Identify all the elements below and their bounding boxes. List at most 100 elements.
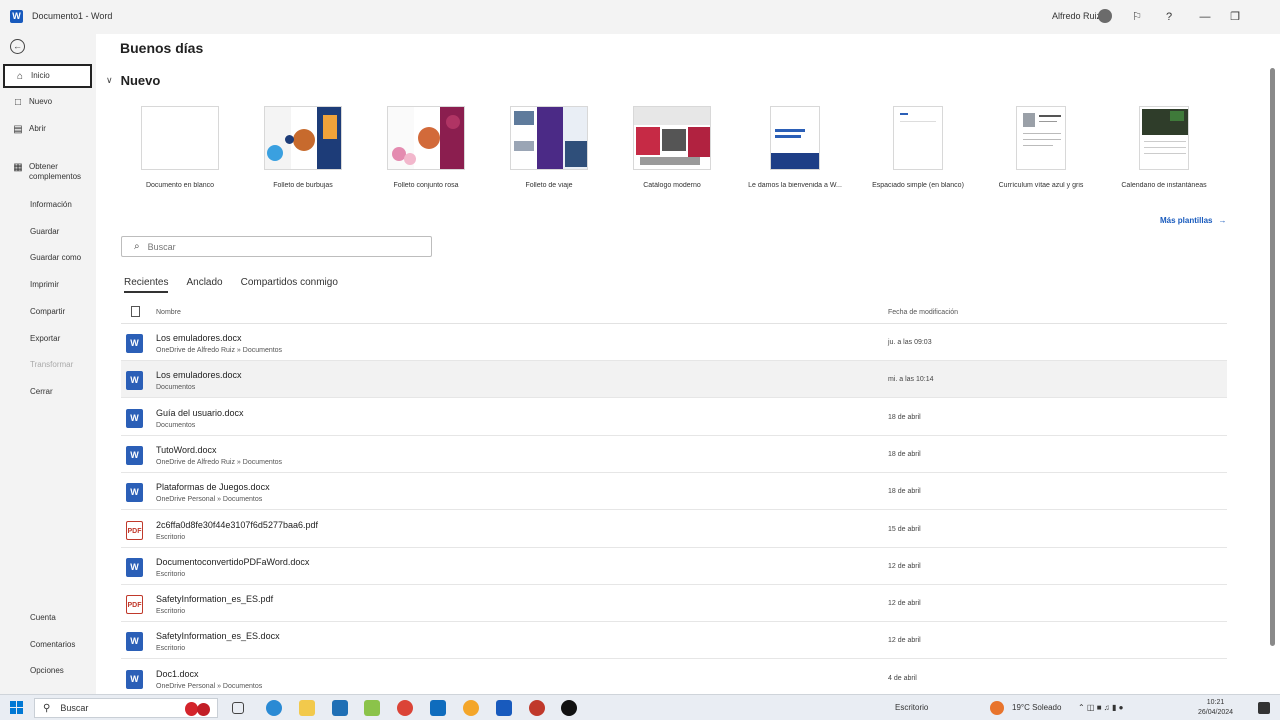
template-thumbnail <box>1139 106 1189 170</box>
file-path: OneDrive Personal » Documentos <box>156 496 263 504</box>
file-modified-date: 12 de abril <box>888 562 921 570</box>
weather-text[interactable]: 19°C Soleado <box>1012 703 1061 712</box>
file-name: DocumentoconvertidoPDFaWord.docx <box>156 556 310 567</box>
word-file-icon: W <box>126 408 143 428</box>
title-bar: W Documento1 - Word Alfredo Ruiz ⚐ ? — ❐ <box>0 0 1280 34</box>
file-path: OneDrive Personal » Documentos <box>156 682 263 690</box>
table-row[interactable]: W TutoWord.docx OneDrive de Alfredo Ruiz »… <box>121 436 1227 473</box>
avatar[interactable] <box>1098 9 1112 23</box>
file-path: Escritorio <box>156 533 186 541</box>
document-icon <box>131 306 140 317</box>
feedback-icon[interactable]: ⚐ <box>1128 8 1146 26</box>
sidebar-item-account[interactable]: Cuenta <box>30 613 56 622</box>
store-icon[interactable] <box>332 700 348 716</box>
column-name-header[interactable]: Nombre <box>156 309 181 316</box>
sidebar-item-close[interactable]: Cerrar <box>30 387 53 396</box>
sidebar-item-home[interactable]: ⌂ Inicio <box>3 64 92 88</box>
sidebar-item-print[interactable]: Imprimir <box>30 280 59 289</box>
desktop-toolbar[interactable]: Escritorio <box>895 703 928 712</box>
scrollbar-thumb[interactable] <box>1270 68 1275 646</box>
firefox-icon[interactable] <box>463 700 479 716</box>
tab-pinned[interactable]: Anclado <box>186 277 222 293</box>
template-single-spaced-blank[interactable]: Espaciado simple (en blanco) <box>858 106 978 189</box>
word-file-icon: W <box>126 632 143 652</box>
table-row[interactable]: W Doc1.docx OneDrive Personal » Documentos… <box>121 660 1227 697</box>
file-list-header: Nombre Fecha de modificación <box>121 304 1227 324</box>
template-travel-brochure[interactable]: Folleto de viaje <box>489 106 609 189</box>
more-templates-link[interactable]: Más plantillas → <box>1160 216 1226 225</box>
obs-icon[interactable] <box>561 700 577 716</box>
word-taskbar-icon[interactable] <box>496 700 512 716</box>
new-document-icon: □ <box>14 96 22 108</box>
file-name: Plataformas de Juegos.docx <box>156 482 270 493</box>
template-bubble-brochure[interactable]: Folleto de burbujas <box>243 106 363 189</box>
table-row[interactable]: W Los emuladores.docx OneDrive de Alfredo … <box>121 324 1227 361</box>
mail-icon[interactable] <box>430 700 446 716</box>
column-date-header[interactable]: Fecha de modificación <box>888 309 958 316</box>
template-modern-catalog[interactable]: Catálogo moderno <box>612 106 732 189</box>
template-pink-brochure[interactable]: Folleto conjunto rosa <box>366 106 486 189</box>
edge-icon[interactable] <box>266 700 282 716</box>
system-tray-icons[interactable]: ⌃ ◫ ■ ♫ ▮ ● <box>1078 703 1123 712</box>
table-row[interactable]: W DocumentoconvertidoPDFaWord.docx Escrito… <box>121 548 1227 585</box>
word-file-icon: W <box>126 669 143 689</box>
sidebar-item-share[interactable]: Compartir <box>30 307 65 316</box>
template-thumbnail <box>770 106 820 170</box>
tab-recent[interactable]: Recientes <box>124 277 169 293</box>
task-view-icon[interactable] <box>232 702 244 714</box>
template-thumbnail <box>633 106 711 170</box>
table-row[interactable]: W Guía del usuario.docx Documentos 18 de ab… <box>121 399 1227 436</box>
account-name[interactable]: Alfredo Ruiz <box>1052 11 1101 21</box>
search-input[interactable] <box>147 241 408 252</box>
sidebar-item-info[interactable]: Información <box>30 200 72 209</box>
help-button[interactable]: ? <box>1160 8 1178 26</box>
weather-icon <box>990 701 1004 715</box>
file-name: Los emuladores.docx <box>156 370 242 381</box>
sidebar-item-save-as[interactable]: Guardar como <box>30 253 81 262</box>
table-row[interactable]: PDF 2c6ffa0d8fe30f44e3107f6d5277baa6.pdf E… <box>121 511 1227 548</box>
notifications-icon[interactable] <box>1258 702 1270 714</box>
table-row[interactable]: W SafetyInformation_es_ES.docx Escritorio 1… <box>121 622 1227 660</box>
restore-button[interactable]: ❐ <box>1226 8 1244 26</box>
table-row[interactable]: W Plataformas de Juegos.docx OneDrive Pers… <box>121 473 1227 511</box>
file-name: Doc1.docx <box>156 668 199 679</box>
sidebar-item-open[interactable]: ▤ Abrir <box>3 117 92 141</box>
minimize-button[interactable]: — <box>1196 8 1214 26</box>
file-modified-date: mi. a las 10:14 <box>888 376 934 384</box>
sidebar-item-options[interactable]: Opciones <box>30 666 64 675</box>
sidebar-item-transform: Transformar <box>30 360 74 369</box>
table-row[interactable]: W Los emuladores.docx Documentos mi. a las … <box>121 361 1227 399</box>
chevron-down-icon[interactable]: ∨ <box>106 75 113 86</box>
template-welcome-to-word[interactable]: Le damos la bienvenida a W... <box>735 106 855 189</box>
table-row[interactable]: PDF SafetyInformation_es_ES.pdf Escritorio… <box>121 585 1227 623</box>
file-path: OneDrive de Alfredo Ruiz » Documentos <box>156 458 283 466</box>
template-snapshot-calendar[interactable]: Calendario de instantáneas <box>1104 106 1224 189</box>
template-thumbnail <box>141 106 219 170</box>
page-title: Buenos días <box>120 40 204 56</box>
template-blank-document[interactable]: Documento en blanco <box>120 106 240 189</box>
file-modified-date: 18 de abril <box>888 488 921 496</box>
sidebar-item-feedback[interactable]: Comentarios <box>30 640 75 649</box>
sidebar-item-save[interactable]: Guardar <box>30 227 59 236</box>
new-section-header[interactable]: ∨ Nuevo <box>106 73 160 88</box>
sidebar-item-new[interactable]: □ Nuevo <box>3 90 92 114</box>
file-explorer-icon[interactable] <box>299 700 315 716</box>
chrome-profile-icon[interactable] <box>529 700 545 716</box>
template-blue-gray-resume[interactable]: Currículum vítae azul y gris <box>981 106 1101 189</box>
windows-start-icon[interactable] <box>10 701 24 715</box>
vertical-scrollbar[interactable] <box>1268 68 1276 646</box>
pdf-file-icon: PDF <box>126 595 143 615</box>
template-thumbnail <box>387 106 465 170</box>
sidebar-item-get-addins[interactable]: ▦ Obtener complementos <box>3 158 92 188</box>
windows-taskbar: ⚲ Buscar Escritorio 19°C Soleado ⌃ ◫ ■ ♫… <box>0 694 1280 720</box>
search-icon: ⌕ <box>134 241 140 252</box>
system-clock[interactable]: 10:21 26/04/2024 <box>1198 698 1233 718</box>
sidebar-item-export[interactable]: Exportar <box>30 334 60 343</box>
taskbar-search[interactable]: ⚲ Buscar <box>34 698 218 718</box>
notepad-icon[interactable] <box>364 700 380 716</box>
chrome-icon[interactable] <box>397 700 413 716</box>
back-arrow-icon[interactable]: ← <box>10 39 25 54</box>
search-box[interactable]: ⌕ <box>121 236 432 257</box>
tab-shared-with-me[interactable]: Compartidos conmigo <box>241 277 338 293</box>
file-modified-date: 15 de abril <box>888 525 921 533</box>
